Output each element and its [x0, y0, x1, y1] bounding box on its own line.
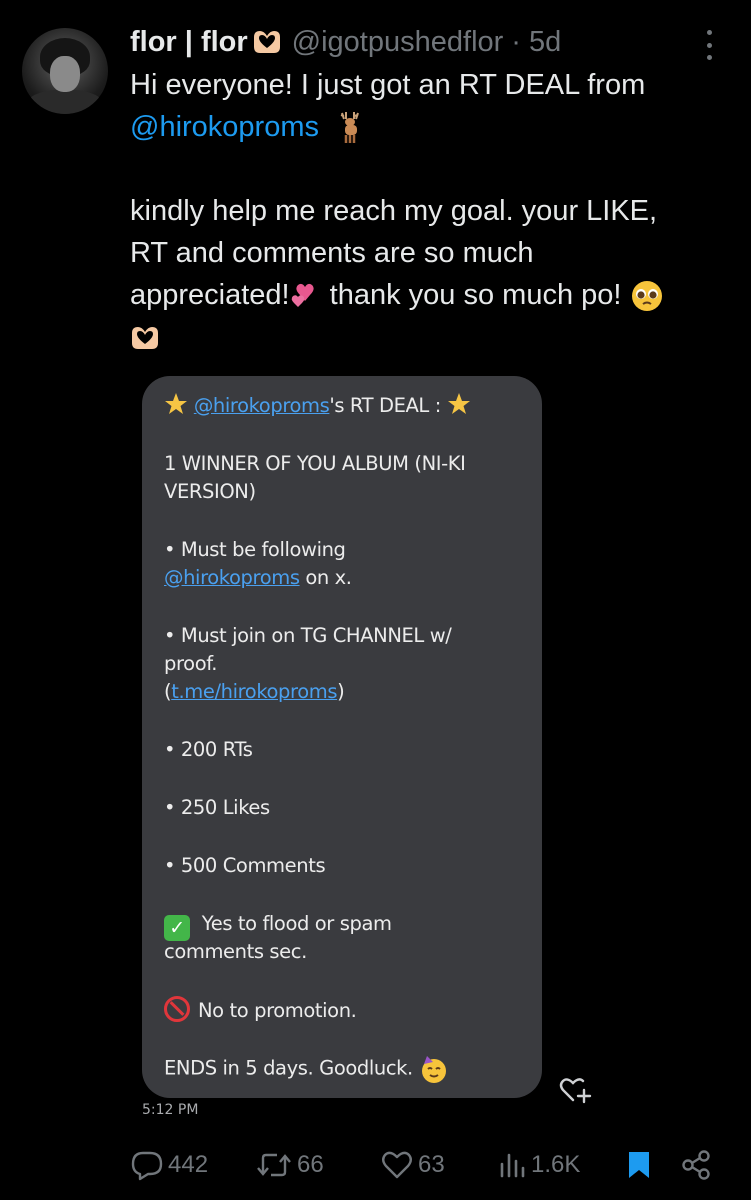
message-bubble: @hirokoproms's RT DEAL : 1 WINNER OF YOU…	[142, 376, 542, 1098]
message-line: • Must join on TG CHANNEL w/	[164, 624, 452, 647]
deer-emoji-icon	[340, 112, 360, 144]
heart-icon	[382, 1151, 412, 1179]
avatar[interactable]	[22, 28, 108, 114]
two-hearts-emoji-icon	[291, 284, 314, 308]
post-text-line: RT and comments are so much	[130, 237, 534, 269]
like-count: 63	[418, 1151, 445, 1178]
pleading-face-emoji-icon	[631, 281, 662, 312]
action-bar: 442 66 63 1.6K	[0, 1140, 751, 1190]
post-text-segment: appreciated!	[130, 279, 290, 311]
glowing-star-emoji-icon	[447, 393, 470, 414]
message-line: VERSION)	[164, 480, 256, 503]
post-text-line: Hi everyone! I just got an RT DEAL from	[130, 69, 646, 101]
glowing-star-emoji-icon	[165, 393, 187, 414]
bookmark-button[interactable]	[626, 1140, 652, 1190]
message-line: proof.	[164, 652, 218, 675]
views-count: 1.6K	[531, 1151, 581, 1178]
message-text: Yes to flood or spam	[196, 912, 392, 935]
repost-count: 66	[297, 1151, 324, 1178]
telegram-link: t.me/hirokoproms	[171, 680, 338, 703]
message-line: • 500 Comments	[164, 854, 326, 877]
add-reaction-icon	[559, 1078, 592, 1104]
views-chart-icon	[500, 1153, 525, 1178]
share-icon	[682, 1150, 710, 1180]
message-line: • 200 RTs	[164, 738, 253, 761]
message-text: )	[337, 680, 345, 703]
message-title: 's RT DEAL :	[329, 394, 447, 417]
message-text: ENDS in 5 days. Goodluck.	[164, 1056, 419, 1080]
repost-button[interactable]: 66	[255, 1140, 324, 1190]
attached-image[interactable]: @hirokoproms's RT DEAL : 1 WINNER OF YOU…	[130, 360, 602, 1130]
message-text: No to promotion.	[198, 999, 357, 1022]
post-text-line: kindly help me reach my goal. your LIKE,	[130, 195, 658, 227]
reply-count: 442	[168, 1151, 209, 1178]
message-mention-link: @hirokoproms	[164, 566, 300, 589]
display-name[interactable]: flor | flor	[130, 26, 248, 59]
post-time[interactable]: 5d	[529, 26, 561, 59]
reply-button[interactable]: 442	[130, 1140, 208, 1190]
message-text: on x.	[299, 566, 352, 589]
views-button[interactable]: 1.6K	[497, 1140, 580, 1190]
more-options-icon[interactable]	[702, 30, 716, 60]
user-handle[interactable]: @igotpushedflor	[292, 26, 504, 59]
reply-icon	[131, 1151, 163, 1181]
message-line: 1 WINNER OF YOU ALBUM (NI-KI	[164, 452, 466, 475]
post-text-segment: thank you so much po!	[321, 279, 630, 311]
post-text: Hi everyone! I just got an RT DEAL from …	[130, 64, 730, 358]
mention-link[interactable]: @hirokoproms	[130, 111, 319, 143]
like-button[interactable]: 63	[380, 1140, 445, 1190]
heart-hands-emoji-icon	[253, 31, 280, 53]
partying-face-emoji-icon	[421, 1056, 446, 1083]
prohibited-emoji-icon	[164, 996, 190, 1022]
repost-icon	[257, 1153, 291, 1177]
heart-hands-emoji-icon	[132, 327, 158, 350]
message-mention-link: @hirokoproms	[193, 394, 330, 417]
share-button[interactable]	[680, 1140, 712, 1190]
bookmark-icon	[629, 1152, 649, 1178]
separator-dot: ·	[511, 25, 521, 58]
message-line: comments sec.	[164, 940, 307, 963]
post-header: flor | flor @igotpushedflor · 5d	[130, 22, 561, 62]
message-line: • 250 Likes	[164, 796, 270, 819]
message-line: • Must be following	[164, 538, 346, 561]
message-timestamp: 5:12 PM	[142, 1102, 199, 1118]
